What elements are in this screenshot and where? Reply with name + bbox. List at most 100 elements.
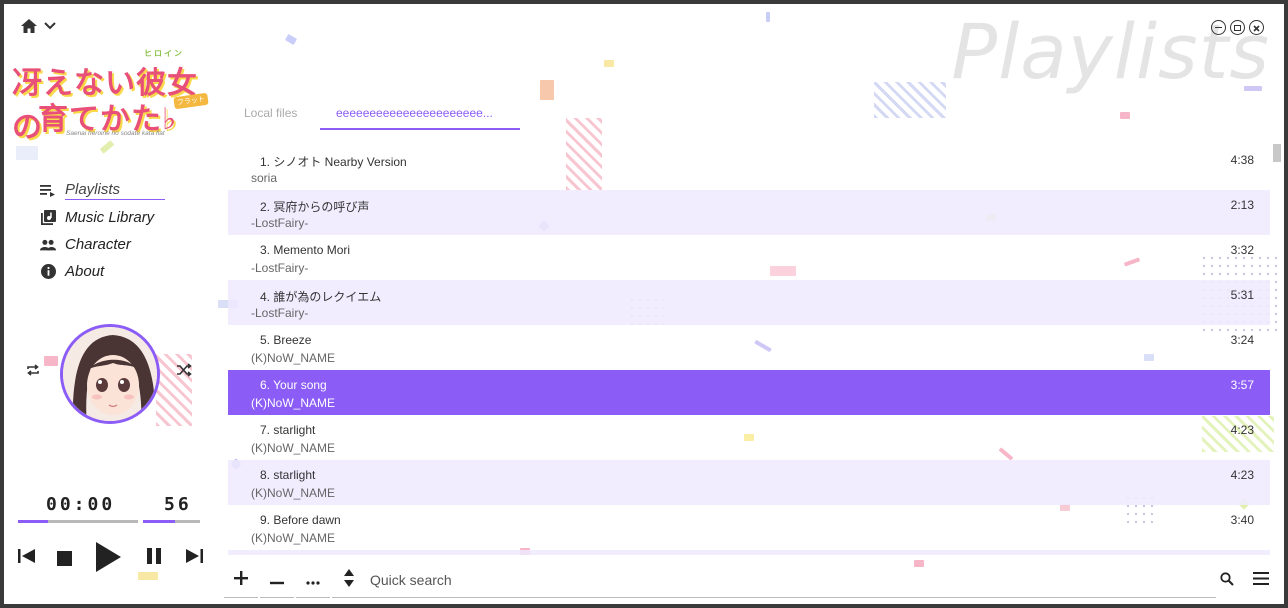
scrollbar-thumb[interactable] — [1273, 144, 1281, 162]
hamburger-menu-icon — [1253, 572, 1269, 590]
track-row[interactable]: 1. シノオト Nearby Version soria 4:38 — [228, 145, 1270, 190]
track-duration: 3:24 — [1230, 333, 1254, 347]
next-button[interactable] — [184, 548, 204, 568]
track-row[interactable]: 2. 冥府からの呼び声 -LostFairy- 2:13 — [228, 190, 1270, 235]
track-row[interactable]: 8. starlight (K)NoW_NAME 4:23 — [228, 460, 1270, 505]
track-title: 2. 冥府からの呼び声 — [260, 200, 370, 214]
bottom-toolbar — [224, 564, 1280, 598]
track-artist: (K)NoW_NAME — [251, 351, 336, 365]
track-duration: 3:57 — [1230, 378, 1254, 392]
track-duration: 4:23 — [1230, 423, 1254, 437]
people-icon — [40, 237, 56, 253]
maximize-button[interactable] — [1230, 20, 1245, 35]
app-window: Playlists ヒロイン 冴えない彼女の 育てかた♭ フラット Saenai… — [4, 4, 1284, 604]
track-title: 5. Breeze — [260, 333, 312, 347]
elapsed-time: 00:00 — [46, 494, 116, 515]
sidebar-item-character[interactable]: Character — [40, 231, 165, 258]
track-duration: 3:32 — [1230, 243, 1254, 257]
repeat-button[interactable] — [26, 363, 42, 379]
track-row[interactable]: 3. Memento Mori -LostFairy- 3:32 — [228, 235, 1270, 280]
stop-button[interactable] — [54, 550, 74, 566]
stop-icon — [56, 550, 72, 566]
track-artist: -LostFairy- — [251, 306, 309, 320]
sort-icon — [344, 569, 354, 592]
pause-icon — [146, 547, 162, 569]
play-button[interactable] — [94, 541, 122, 574]
track-row[interactable] — [228, 550, 1270, 555]
track-artist: soria — [251, 171, 278, 185]
app-logo: ヒロイン 冴えない彼女の 育てかた♭ フラット Saenai heroine n… — [12, 46, 222, 145]
track-row[interactable]: 5. Breeze (K)NoW_NAME 3:24 — [228, 325, 1270, 370]
track-duration: 3:40 — [1230, 513, 1254, 527]
pause-button[interactable] — [144, 547, 164, 569]
track-artist: (K)NoW_NAME — [251, 486, 336, 500]
track-title: 7. starlight — [260, 423, 316, 437]
chevron-down-icon — [44, 22, 56, 30]
more-button[interactable] — [296, 564, 330, 598]
shuffle-icon — [176, 363, 192, 381]
progress-slider[interactable] — [18, 520, 138, 523]
sidebar-item-label: Playlists — [65, 181, 165, 200]
skip-previous-icon — [17, 548, 35, 568]
character-portrait-icon — [63, 327, 157, 421]
sidebar-item-label: Character — [65, 236, 131, 253]
close-button[interactable] — [1249, 20, 1264, 35]
sidebar-item-playlists[interactable]: Playlists — [40, 177, 165, 204]
search-icon — [1220, 571, 1234, 591]
track-duration: 5:31 — [1230, 288, 1254, 302]
track-title: 1. シノオト Nearby Version — [260, 155, 407, 169]
minimize-icon — [1215, 26, 1222, 29]
home-icon — [20, 18, 38, 34]
track-title: 4. 誰が為のレクイエム — [260, 290, 382, 304]
sidebar-nav: Playlists Music Library Character About — [40, 177, 165, 285]
track-artist: -LostFairy- — [251, 261, 309, 275]
menu-button[interactable] — [1244, 564, 1278, 598]
search-button[interactable] — [1210, 564, 1244, 598]
track-list: 1. シノオト Nearby Version soria 4:38 2. 冥府か… — [228, 145, 1270, 555]
search-box — [366, 564, 1216, 598]
add-button[interactable] — [224, 564, 258, 598]
track-row[interactable]: 7. starlight (K)NoW_NAME 4:23 — [228, 415, 1270, 460]
track-artist: -LostFairy- — [251, 216, 309, 230]
minimize-button[interactable] — [1211, 20, 1226, 35]
sidebar-item-label: Music Library — [65, 209, 155, 226]
tab-local-files[interactable]: Local files — [244, 104, 297, 130]
volume-value: 56 — [164, 494, 192, 515]
sort-button[interactable] — [332, 564, 366, 598]
album-cover — [60, 324, 160, 424]
sidebar-item-music-library[interactable]: Music Library — [40, 204, 165, 231]
logo-subtitle: Saenai heroine no sodate kata flat — [66, 130, 165, 137]
track-title: 3. Memento Mori — [260, 243, 351, 257]
volume-slider[interactable] — [143, 520, 200, 523]
shuffle-button[interactable] — [176, 363, 192, 379]
window-controls — [1211, 20, 1264, 35]
track-duration: 4:38 — [1230, 153, 1254, 167]
library-icon — [40, 210, 56, 226]
skip-next-icon — [185, 548, 203, 568]
home-menu-button[interactable] — [20, 18, 56, 34]
tab-playlist[interactable]: eeeeeeeeeeeeeeeeeeeeee... — [320, 104, 520, 130]
track-artist: (K)NoW_NAME — [251, 396, 336, 410]
track-duration: 4:23 — [1230, 468, 1254, 482]
player-controls — [16, 540, 206, 576]
track-row[interactable]: 9. Before dawn (K)NoW_NAME 3:40 — [228, 505, 1270, 550]
previous-button[interactable] — [16, 548, 36, 568]
repeat-icon — [26, 364, 40, 381]
track-row-selected[interactable]: 6. Your song (K)NoW_NAME 3:57 — [228, 370, 1270, 415]
plus-icon — [234, 571, 248, 590]
close-icon — [1253, 19, 1260, 37]
track-list-scrollbar[interactable] — [1273, 144, 1281, 554]
quick-search-input[interactable] — [370, 572, 1170, 588]
remove-button[interactable] — [260, 564, 294, 598]
volume-fill — [143, 520, 175, 523]
track-title: 9. Before dawn — [260, 513, 341, 527]
track-title: 8. starlight — [260, 468, 316, 482]
info-icon — [40, 264, 56, 280]
track-artist: (K)NoW_NAME — [251, 441, 336, 455]
track-duration: 2:13 — [1230, 198, 1254, 212]
minus-icon — [270, 572, 284, 590]
track-title: 6. Your song — [260, 378, 327, 392]
more-icon — [306, 572, 320, 590]
sidebar-item-about[interactable]: About — [40, 258, 165, 285]
track-row[interactable]: 4. 誰が為のレクイエム -LostFairy- 5:31 — [228, 280, 1270, 325]
